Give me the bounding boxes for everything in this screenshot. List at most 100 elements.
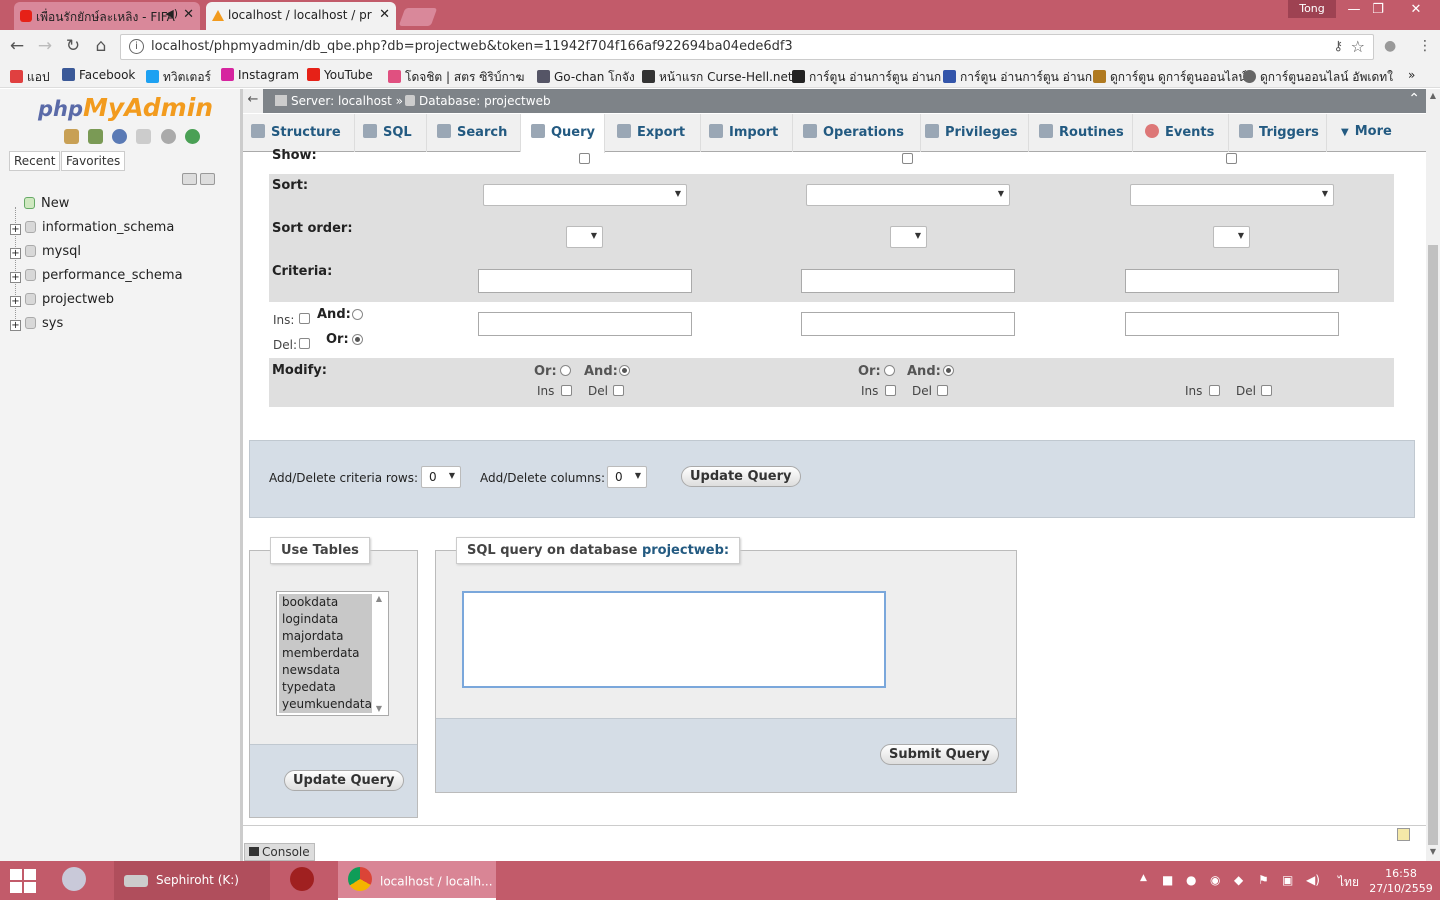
home-icon[interactable]: ⌂ (90, 36, 112, 56)
help-icon[interactable] (112, 129, 128, 144)
expand-icon[interactable]: + (10, 296, 21, 307)
collapse-icon[interactable]: ⌃ (1408, 91, 1420, 107)
back-arrow-icon[interactable]: ← (243, 89, 263, 113)
tree-item-new[interactable]: New (24, 196, 69, 218)
update-query-button[interactable]: Update Query (284, 770, 404, 791)
expand-icon[interactable]: + (10, 224, 21, 235)
bookmark-item[interactable]: โดจชิต | สตร ซิริบ์กาฆ (388, 68, 524, 87)
tree-item-database[interactable]: + mysql (10, 244, 81, 266)
bookmark-twitter[interactable]: ทวิตเตอร์ (146, 68, 211, 87)
modify-ins-checkbox[interactable] (561, 385, 572, 396)
tab-search[interactable]: Search (437, 114, 521, 152)
close-tab-icon[interactable]: ✕ (379, 7, 390, 22)
tab-more[interactable]: ▼ More (1341, 114, 1421, 152)
tab-routines[interactable]: Routines (1039, 114, 1133, 152)
tab-events[interactable]: Events (1145, 114, 1229, 152)
scroll-up-icon[interactable]: ▲ (372, 594, 386, 603)
table-option[interactable]: majordata (279, 628, 372, 645)
modify-ins-checkbox[interactable] (1209, 385, 1220, 396)
or-radio[interactable] (352, 334, 363, 345)
minimize-button[interactable]: — (1342, 2, 1366, 17)
bookmark-facebook[interactable]: Facebook (62, 68, 135, 82)
show-checkbox[interactable] (902, 153, 913, 164)
console-toggle[interactable]: Console (244, 843, 315, 861)
modify-and-radio[interactable] (943, 365, 954, 376)
scroll-up-icon[interactable]: ▲ (1426, 91, 1440, 100)
reload-icon[interactable] (184, 129, 200, 144)
back-arrow-icon[interactable]: ← (6, 36, 28, 56)
table-option[interactable]: newsdata (279, 662, 372, 679)
bookmark-apps[interactable]: แอป (10, 68, 50, 87)
panel-resizer[interactable] (240, 89, 243, 861)
windows-start-icon[interactable] (10, 869, 38, 893)
notes-icon[interactable] (1397, 828, 1410, 841)
table-option[interactable]: yeumkuendata (279, 696, 372, 713)
profile-badge[interactable]: Tong (1288, 0, 1336, 18)
criteria-input[interactable] (1125, 312, 1339, 336)
columns-select[interactable]: 0 (607, 466, 647, 488)
phpmyadmin-logo[interactable]: phpMyAdmin (38, 93, 213, 122)
modify-del-checkbox[interactable] (937, 385, 948, 396)
modify-and-radio[interactable] (619, 365, 630, 376)
show-checkbox[interactable] (579, 153, 590, 164)
bookmark-item[interactable]: หน้าแรก Curse-Hell.net (642, 68, 793, 87)
bookmark-item[interactable]: การ์ตูน อ่านการ์ตูน อ่านก (943, 68, 1092, 87)
reload-icon[interactable]: ↻ (62, 36, 84, 56)
restore-button[interactable]: ❐ (1366, 2, 1390, 17)
ins-row-checkbox[interactable] (299, 313, 310, 324)
home-icon[interactable] (64, 129, 79, 144)
menu-dots-icon[interactable]: ⋮ (1418, 38, 1432, 54)
docs-icon[interactable] (136, 129, 152, 144)
criteria-rows-select[interactable]: 0 (421, 466, 461, 488)
favorites-button[interactable]: Favorites (61, 151, 126, 171)
bookmark-item[interactable]: Go-chan โกจัง (537, 68, 635, 87)
bookmark-item[interactable]: ดูการ์ตูน ดูการ์ตูนออนไลน์ (1093, 68, 1247, 87)
modify-del-checkbox[interactable] (613, 385, 624, 396)
update-query-button[interactable]: Update Query (681, 466, 801, 487)
expand-icon[interactable]: + (10, 248, 21, 259)
new-tab-button[interactable] (398, 8, 438, 26)
tab-query[interactable]: Query (521, 114, 605, 153)
table-option[interactable]: logindata (279, 611, 372, 628)
criteria-input[interactable] (478, 269, 692, 293)
criteria-input[interactable] (801, 312, 1015, 336)
tray-expand-icon[interactable]: ▲ (1140, 873, 1147, 883)
expand-icon[interactable]: + (10, 272, 21, 283)
submit-query-button[interactable]: Submit Query (880, 744, 999, 765)
sort-select[interactable] (483, 184, 687, 206)
close-window-button[interactable]: ✕ (1404, 2, 1428, 17)
sort-order-select[interactable] (890, 226, 927, 248)
modify-del-checkbox[interactable] (1261, 385, 1272, 396)
sort-select[interactable] (806, 184, 1010, 206)
modify-or-radio[interactable] (560, 365, 571, 376)
criteria-input[interactable] (1125, 269, 1339, 293)
bookmark-youtube[interactable]: YouTube (307, 68, 373, 82)
forward-arrow-icon[interactable]: → (34, 36, 56, 56)
modify-or-radio[interactable] (884, 365, 895, 376)
tab-operations[interactable]: Operations (803, 114, 921, 152)
tab-sql[interactable]: SQL (363, 114, 427, 152)
tree-item-database[interactable]: + sys (10, 316, 63, 338)
sort-order-select[interactable] (1213, 226, 1250, 248)
taskbar-item-explorer[interactable]: Sephiroht (K:) (114, 861, 270, 900)
recent-button[interactable]: Recent (9, 151, 61, 171)
tray-app-icon[interactable]: ◉ (1210, 873, 1220, 887)
network-icon[interactable]: ▣ (1282, 873, 1293, 887)
breadcrumb-database[interactable]: Database: projectweb (405, 94, 551, 108)
logout-icon[interactable] (88, 129, 104, 144)
browser-tab-youtube[interactable]: เพื่อนรักยักษ์ละเหลิง - FIFA ◀) ✕ (14, 2, 200, 30)
scrollbar-thumb[interactable] (1428, 245, 1438, 845)
tab-export[interactable]: Export (617, 114, 701, 152)
tree-item-database[interactable]: + information_schema (10, 220, 174, 242)
tab-privileges[interactable]: Privileges (925, 114, 1029, 152)
paint-app-icon[interactable] (62, 861, 102, 900)
show-checkbox[interactable] (1226, 153, 1237, 164)
expand-icon[interactable]: + (10, 320, 21, 331)
del-row-checkbox[interactable] (299, 338, 310, 349)
language-indicator[interactable]: ไทย (1338, 873, 1359, 892)
criteria-input[interactable] (478, 312, 692, 336)
taskbar-clock[interactable]: 16:58 27/10/2559 (1368, 866, 1434, 896)
bookmark-instagram[interactable]: Instagram (221, 68, 299, 82)
bookmark-star-icon[interactable]: ☆ (1351, 37, 1365, 56)
criteria-input[interactable] (801, 269, 1015, 293)
